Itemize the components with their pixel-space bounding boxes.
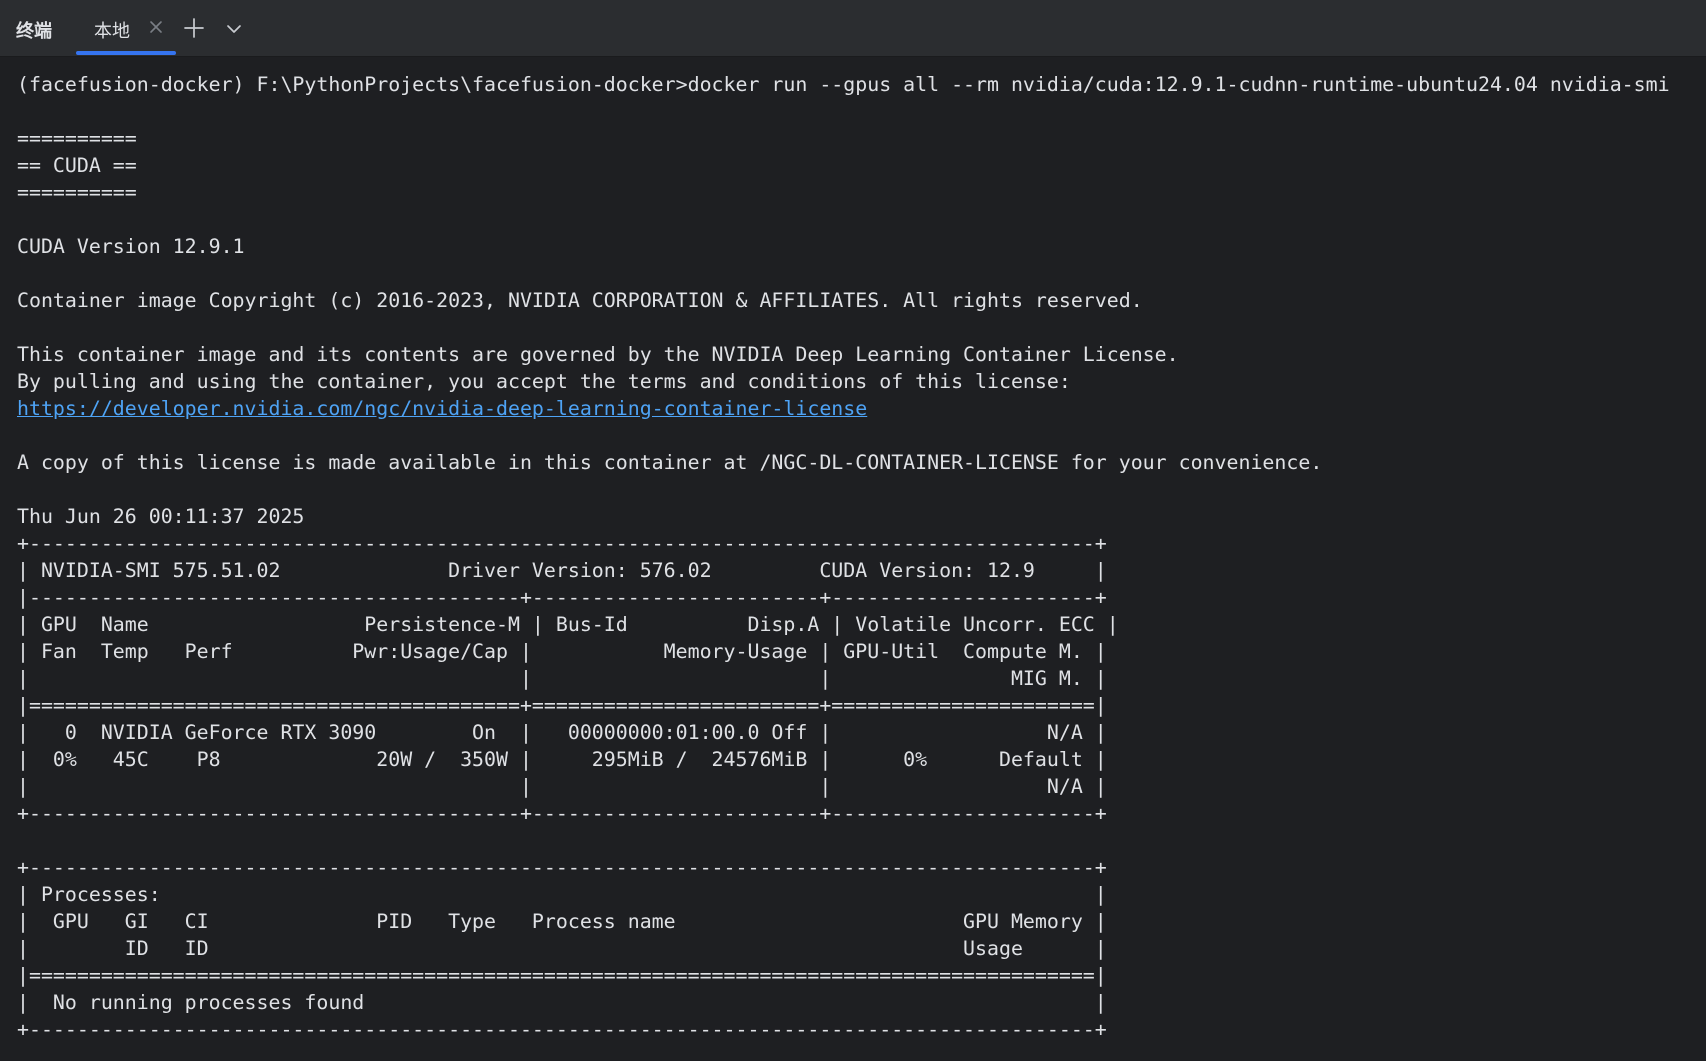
table-line: | ID ID Usage | <box>17 937 1107 960</box>
table-line: | GPU GI CI PID Type Process name GPU Me… <box>17 910 1107 933</box>
output-line: == CUDA == <box>17 154 137 177</box>
tool-window-header: 终端 本地 <box>0 0 1706 57</box>
table-line: +---------------------------------------… <box>17 532 1107 555</box>
table-line: | NVIDIA-SMI 575.51.02 Driver Version: 5… <box>17 559 1107 582</box>
active-tab-indicator <box>76 51 176 55</box>
close-icon[interactable] <box>146 16 166 38</box>
output-line: CUDA Version 12.9.1 <box>17 235 245 258</box>
output-line: ========== <box>17 181 137 204</box>
table-line: +---------------------------------------… <box>17 1018 1107 1041</box>
table-line: | Processes: | <box>17 883 1107 906</box>
table-line: |=======================================… <box>17 694 1107 717</box>
table-line: +---------------------------------------… <box>17 856 1107 879</box>
table-line: |=======================================… <box>17 964 1107 987</box>
output-line: Container image Copyright (c) 2016-2023,… <box>17 289 1143 312</box>
terminal-window: 终端 本地 (facefusion-docker) F:\PythonProje… <box>0 0 1706 1061</box>
command-line: (facefusion-docker) F:\PythonProjects\fa… <box>17 73 1670 96</box>
table-line: |---------------------------------------… <box>17 586 1107 609</box>
table-line: | No running processes found | <box>17 991 1107 1014</box>
table-line: | 0% 45C P8 20W / 350W | 295MiB / 24576M… <box>17 748 1107 771</box>
table-line: | Fan Temp Perf Pwr:Usage/Cap | Memory-U… <box>17 640 1107 663</box>
table-line: | 0 NVIDIA GeForce RTX 3090 On | 0000000… <box>17 721 1107 744</box>
output-line: ========== <box>17 127 137 150</box>
tab-label[interactable]: 本地 <box>94 17 130 43</box>
terminal-output[interactable]: (facefusion-docker) F:\PythonProjects\fa… <box>17 71 1670 1043</box>
panel-title: 终端 <box>16 21 52 42</box>
table-line: +---------------------------------------… <box>17 802 1107 825</box>
table-line: | | | N/A | <box>17 775 1107 798</box>
terminal-content[interactable]: (facefusion-docker) F:\PythonProjects\fa… <box>0 58 1706 1061</box>
plus-icon[interactable] <box>183 17 205 39</box>
tab-local[interactable]: 本地 <box>76 0 176 57</box>
chevron-down-icon[interactable] <box>224 19 244 39</box>
table-line: | | | MIG M. | <box>17 667 1107 690</box>
license-link[interactable]: https://developer.nvidia.com/ngc/nvidia-… <box>17 395 1670 422</box>
output-line: Thu Jun 26 00:11:37 2025 <box>17 505 305 528</box>
output-line: This container image and its contents ar… <box>17 343 1179 366</box>
output-line: By pulling and using the container, you … <box>17 370 1071 393</box>
table-line: | GPU Name Persistence-M | Bus-Id Disp.A… <box>17 613 1119 636</box>
output-line: A copy of this license is made available… <box>17 451 1323 474</box>
